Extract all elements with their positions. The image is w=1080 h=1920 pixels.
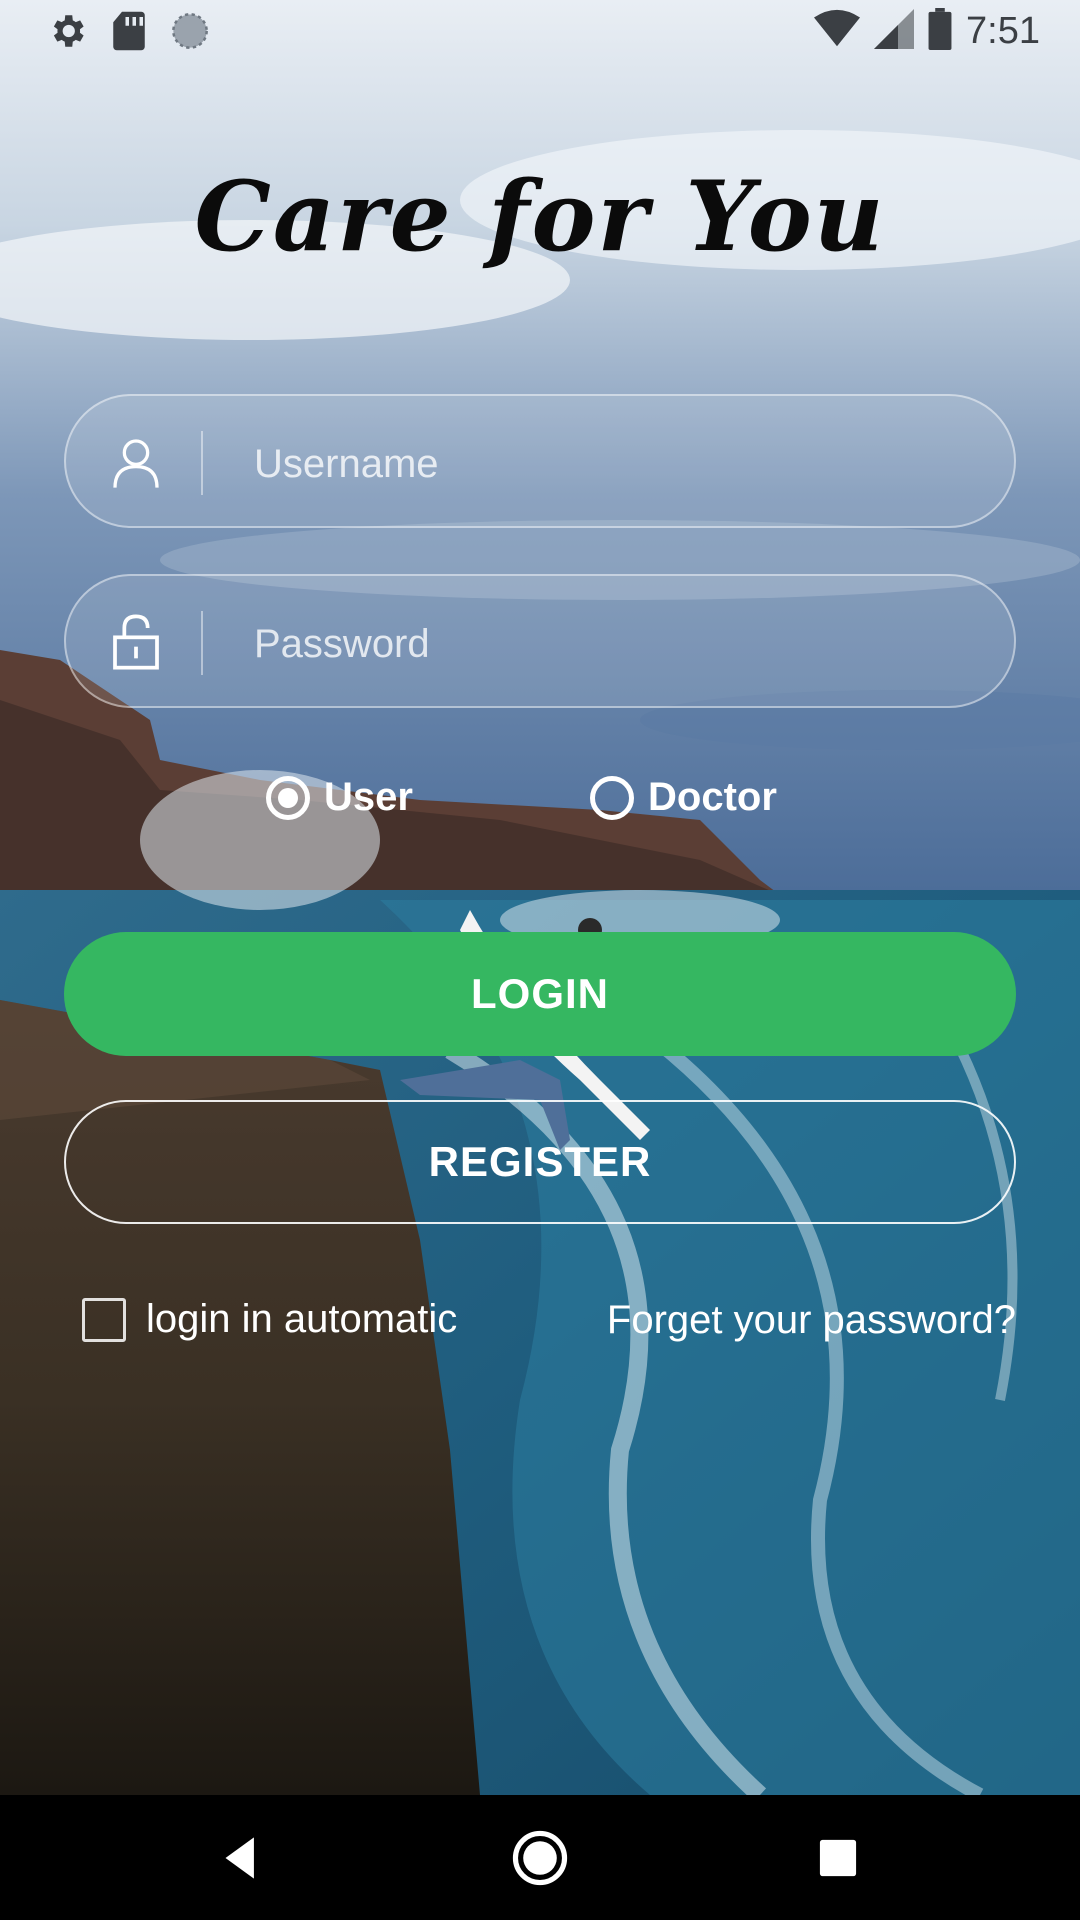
navigation-bar [0,1795,1080,1920]
status-bar: 7:51 [0,0,1080,66]
field-separator [201,431,203,495]
signal-icon [874,9,915,54]
radio-user-label: User [324,775,413,819]
radio-doctor-circle[interactable] [590,775,634,820]
home-icon[interactable] [509,1827,571,1889]
radio-user-circle[interactable] [266,775,310,820]
login-button[interactable]: LOGIN [64,932,1016,1056]
sync-icon [170,11,210,56]
auto-login-label: login in automatic [146,1297,458,1341]
register-button[interactable]: REGISTER [64,1100,1016,1224]
battery-icon [928,8,952,55]
radio-doctor-label: Doctor [648,775,777,819]
wifi-icon [814,9,861,54]
field-separator [201,611,203,675]
forgot-password-link[interactable]: Forget your password? [607,1297,1016,1343]
user-icon [108,434,164,490]
auto-login-option[interactable]: login in automatic [82,1297,457,1342]
back-icon[interactable] [210,1827,272,1889]
radio-doctor[interactable]: Doctor [590,775,777,820]
password-input[interactable] [252,604,976,684]
auto-login-checkbox[interactable] [82,1297,126,1342]
app-title: Care for You [194,160,886,273]
password-field[interactable] [64,574,1016,708]
radio-user[interactable]: User [266,775,413,820]
settings-icon [46,10,88,57]
status-time: 7:51 [966,10,1040,52]
sd-card-icon [110,10,148,57]
lock-icon [108,614,164,670]
username-input[interactable] [252,424,976,504]
username-field[interactable] [64,394,1016,528]
recents-icon[interactable] [807,1827,869,1889]
